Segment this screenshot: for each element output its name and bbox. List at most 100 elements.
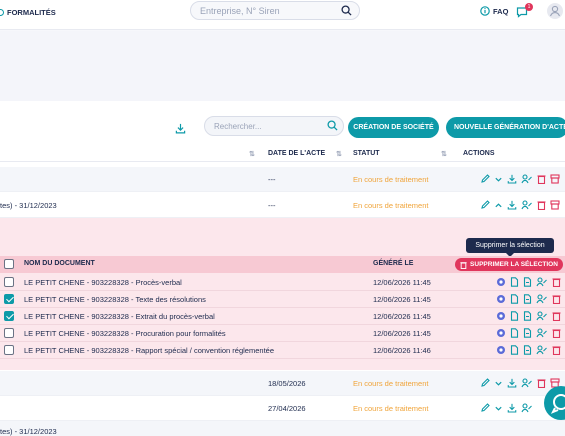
download-icon[interactable] <box>175 123 186 136</box>
document-icon[interactable] <box>523 345 532 355</box>
row-status: En cours de traitement <box>353 175 429 184</box>
header-area <box>0 31 565 101</box>
sign-icon[interactable] <box>521 200 533 210</box>
help-icon <box>480 6 490 16</box>
document-checkbox[interactable] <box>4 345 14 355</box>
delete-selection-button[interactable]: SUPPRIMER LA SÉLECTION <box>455 258 563 271</box>
sign-icon[interactable] <box>521 174 533 184</box>
row-date: --- <box>268 175 276 184</box>
document-generated: 12/06/2026 11:46 <box>373 346 431 355</box>
view-icon[interactable] <box>496 311 506 321</box>
document-checkbox[interactable] <box>4 328 14 338</box>
row-actions <box>480 174 560 184</box>
chevron-down-icon[interactable] <box>494 404 503 413</box>
document-row[interactable]: LE PETIT CHENE - 903228328 - Extrait du … <box>0 308 565 325</box>
chat-fab[interactable] <box>544 386 565 420</box>
delete-icon[interactable] <box>552 345 561 355</box>
document-actions <box>496 294 561 304</box>
delete-icon[interactable] <box>537 200 546 210</box>
document-icon[interactable] <box>510 328 519 338</box>
brand-label: FORMALITÉS <box>7 8 56 17</box>
chat-icon <box>550 394 565 414</box>
sign-icon[interactable] <box>521 403 533 413</box>
view-icon[interactable] <box>496 294 506 304</box>
table-row[interactable]: 18/05/2026 En cours de traitement <box>0 371 565 396</box>
row-date: --- <box>268 201 276 210</box>
sign-icon[interactable] <box>536 328 548 338</box>
edit-icon[interactable] <box>480 403 490 413</box>
sort-icon[interactable]: ⇅ <box>249 150 255 158</box>
view-icon[interactable] <box>496 328 506 338</box>
table-row[interactable]: --- En cours de traitement <box>0 167 565 192</box>
column-status[interactable]: STATUT <box>353 150 380 157</box>
delete-icon <box>460 261 467 269</box>
delete-icon[interactable] <box>552 294 561 304</box>
document-checkbox[interactable] <box>4 277 14 287</box>
edit-icon[interactable] <box>480 378 490 388</box>
avatar[interactable] <box>547 3 563 19</box>
table-search-input[interactable]: Rechercher... <box>204 116 344 136</box>
global-search-input[interactable]: Entreprise, N° Siren <box>190 1 360 20</box>
delete-icon[interactable] <box>552 328 561 338</box>
document-actions <box>496 345 561 355</box>
chevron-down-icon[interactable] <box>494 379 503 388</box>
document-icon[interactable] <box>523 277 532 287</box>
delete-icon[interactable] <box>537 174 546 184</box>
document-row[interactable]: LE PETIT CHENE - 903228328 - Texte des r… <box>0 291 565 308</box>
document-icon[interactable] <box>510 311 519 321</box>
create-company-button[interactable]: CRÉATION DE SOCIÉTÉ <box>348 117 439 138</box>
document-row[interactable]: LE PETIT CHENE - 903228328 - Procès-verb… <box>0 274 565 291</box>
view-icon[interactable] <box>496 345 506 355</box>
sort-icon[interactable]: ⇅ <box>441 150 447 158</box>
document-icon[interactable] <box>523 328 532 338</box>
sort-icon[interactable]: ⇅ <box>336 150 342 158</box>
document-name: LE PETIT CHENE - 903228328 - Rapport spé… <box>24 346 274 355</box>
chat-button[interactable]: 1 <box>516 3 533 20</box>
document-icon[interactable] <box>510 277 519 287</box>
document-checkbox[interactable] <box>4 294 14 304</box>
row-status: En cours de traitement <box>353 201 429 210</box>
document-name: LE PETIT CHENE - 903228328 - Procès-verb… <box>24 278 182 287</box>
archive-icon[interactable] <box>550 200 560 210</box>
column-date[interactable]: DATE DE L'ACTE <box>268 150 325 157</box>
archive-icon[interactable] <box>550 174 560 184</box>
download-icon[interactable] <box>507 403 517 413</box>
search-icon[interactable] <box>341 5 352 18</box>
download-icon[interactable] <box>507 200 517 210</box>
chevron-down-icon[interactable] <box>494 175 503 184</box>
table-header: ⇅ DATE DE L'ACTE ⇅ STATUT ⇅ ACTIONS <box>0 146 565 162</box>
edit-icon[interactable] <box>480 174 490 184</box>
sign-icon[interactable] <box>521 378 533 388</box>
download-icon[interactable] <box>507 174 517 184</box>
select-all-checkbox[interactable] <box>4 259 14 269</box>
sign-icon[interactable] <box>536 345 548 355</box>
search-icon[interactable] <box>327 120 338 133</box>
sign-icon[interactable] <box>536 277 548 287</box>
document-actions <box>496 277 561 287</box>
download-icon[interactable] <box>507 378 517 388</box>
delete-icon[interactable] <box>552 311 561 321</box>
faq-link[interactable]: FAQ <box>480 6 508 16</box>
document-row[interactable]: LE PETIT CHENE - 903228328 - Procuration… <box>0 325 565 342</box>
document-row[interactable]: LE PETIT CHENE - 903228328 - Rapport spé… <box>0 342 565 359</box>
document-generated: 12/06/2026 11:45 <box>373 295 431 304</box>
view-icon[interactable] <box>496 277 506 287</box>
document-icon[interactable] <box>523 294 532 304</box>
delete-icon[interactable] <box>552 277 561 287</box>
new-generation-button[interactable]: NOUVELLE GÉNÉRATION D'ACTES <box>446 117 565 138</box>
row-actions <box>480 200 560 210</box>
sign-icon[interactable] <box>536 311 548 321</box>
document-icon[interactable] <box>523 311 532 321</box>
table-row[interactable]: tes) - 31/12/2023 <box>0 421 565 436</box>
edit-icon[interactable] <box>480 200 490 210</box>
table-row[interactable]: tes) - 31/12/2023 --- En cours de traite… <box>0 193 565 218</box>
sign-icon[interactable] <box>536 294 548 304</box>
table-row[interactable]: 27/04/2026 En cours de traitement <box>0 396 565 421</box>
document-checkbox[interactable] <box>4 311 14 321</box>
document-name: LE PETIT CHENE - 903228328 - Texte des r… <box>24 295 206 304</box>
document-actions <box>496 328 561 338</box>
brand[interactable]: FORMALITÉS <box>0 8 56 17</box>
document-icon[interactable] <box>510 294 519 304</box>
document-icon[interactable] <box>510 345 519 355</box>
chevron-up-icon[interactable] <box>494 201 503 210</box>
